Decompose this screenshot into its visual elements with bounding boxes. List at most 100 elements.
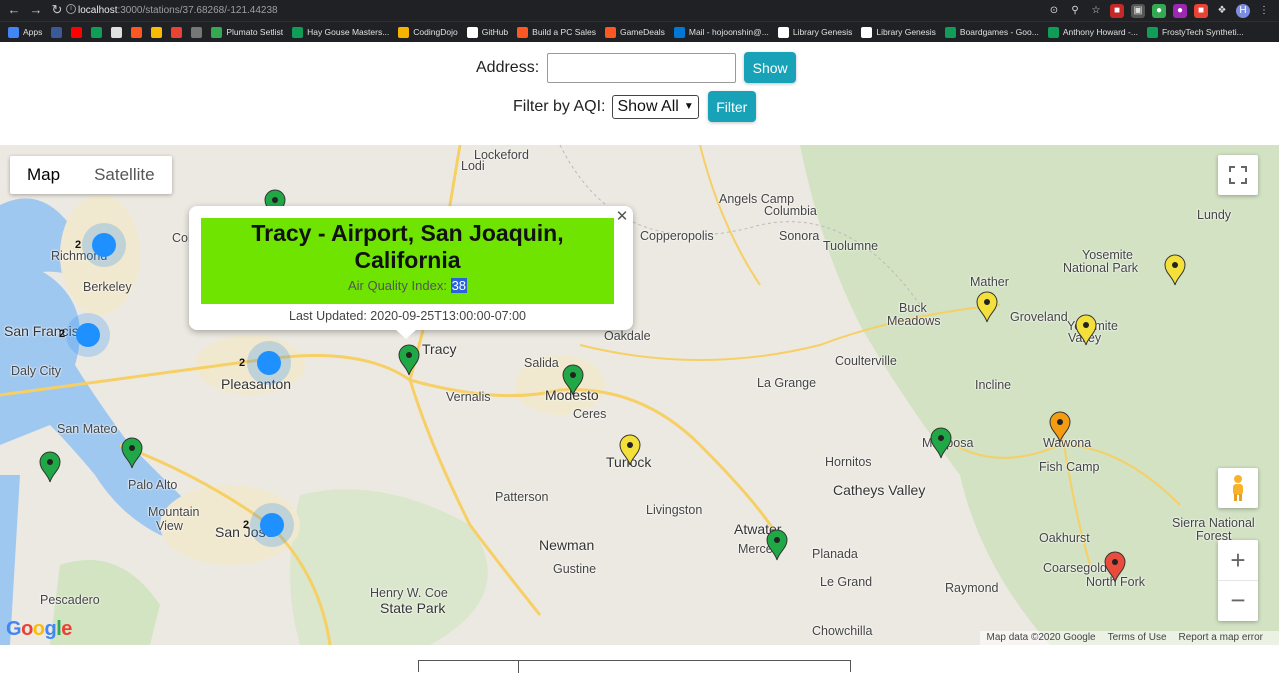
aqi-marker[interactable] [766, 529, 788, 561]
bookmark-label: GameDeals [619, 27, 665, 37]
bookmark-item[interactable] [191, 26, 203, 38]
bookmark-favicon-icon [91, 26, 103, 38]
bookmark-item[interactable]: Hay Gouse Masters... [292, 26, 389, 38]
filter-label: Filter by AQI: [513, 97, 606, 115]
map-canvas[interactable]: Lockeford Lodi Angels Camp Columbia Copperop… [0, 145, 1279, 645]
aqi-filter-select[interactable]: Show All ▼ [612, 94, 699, 119]
bookmark-item[interactable]: Mail - hojoonshin@... [673, 26, 769, 38]
chevron-down-icon: ▼ [683, 101, 694, 112]
bookmark-label: Build a PC Sales [532, 27, 596, 37]
address-bar[interactable]: localhost:3000/stations/37.68268/-121.44… [78, 3, 278, 18]
bookmark-favicon-icon [517, 26, 529, 38]
stations-table-header [418, 660, 851, 673]
bookmark-item[interactable] [151, 26, 163, 38]
bookmark-label: Library Genesis [876, 27, 936, 37]
info-window-tail [395, 329, 417, 339]
forward-icon[interactable]: → [28, 2, 44, 18]
map-type-map-button[interactable]: Map [10, 156, 77, 194]
address-form: Address: Show [476, 52, 797, 83]
aqi-line: Air Quality Index: 38 [201, 278, 614, 293]
google-logo: Google [6, 618, 72, 640]
extension-gray-icon[interactable]: ▣ [1131, 3, 1145, 18]
bookmark-item[interactable]: Plumato Setlist [211, 26, 284, 38]
filter-button[interactable]: Filter [707, 91, 756, 122]
reload-icon[interactable]: ↻ [49, 2, 65, 18]
bookmark-favicon-icon [398, 26, 410, 38]
aqi-marker[interactable] [930, 427, 952, 459]
bookmark-item[interactable] [71, 26, 83, 38]
bookmark-item[interactable]: CodingDojo [398, 26, 458, 38]
bookmark-item[interactable]: Library Genesis [861, 26, 936, 38]
aqi-marker[interactable] [1075, 314, 1097, 346]
fullscreen-icon [1229, 166, 1247, 184]
bookmark-item[interactable] [51, 26, 63, 38]
bookmark-item[interactable]: Library Genesis [777, 26, 853, 38]
bookmark-item[interactable] [111, 26, 123, 38]
bookmark-item[interactable] [91, 26, 103, 38]
station-info-window: ✕ Tracy - Airport, San Joaquin, Californ… [189, 206, 633, 339]
last-updated: Last Updated: 2020-09-25T13:00:00-07:00 [289, 309, 526, 323]
bookmark-label: FrostyTech Syntheti... [1161, 27, 1244, 37]
extension-purple-icon[interactable]: ● [1173, 3, 1187, 18]
bookmark-favicon-icon [466, 26, 478, 38]
close-icon[interactable]: ✕ [615, 207, 629, 225]
bookmark-label: Apps [23, 27, 43, 37]
bookmark-label: Mail - hojoonshin@... [688, 27, 769, 37]
bookmark-favicon-icon [1047, 26, 1059, 38]
avatar[interactable]: H [1236, 3, 1250, 18]
star-icon[interactable]: ☆ [1089, 4, 1103, 18]
terms-link[interactable]: Terms of Use [1108, 632, 1167, 645]
aqi-marker[interactable] [1049, 411, 1071, 443]
bookmark-item[interactable]: FrostyTech Syntheti... [1146, 26, 1244, 38]
menu-dots-icon[interactable]: ⋮ [1257, 4, 1271, 18]
back-icon[interactable]: ← [6, 2, 22, 18]
aqi-marker[interactable] [121, 437, 143, 469]
zoom-out-icon[interactable]: − [1218, 581, 1258, 621]
bookmark-label: CodingDojo [413, 27, 458, 37]
bookmark-label: Anthony Howard -... [1062, 27, 1138, 37]
report-error-link[interactable]: Report a map error [1179, 632, 1263, 645]
aqi-marker[interactable] [1164, 254, 1186, 286]
bookmark-item[interactable]: Build a PC Sales [517, 26, 596, 38]
extension-green-icon[interactable]: ● [1152, 3, 1166, 18]
bookmark-item[interactable]: Boardgames - Goo... [944, 26, 1039, 38]
address-label: Address: [476, 58, 540, 76]
bookmark-item[interactable]: GitHub [466, 26, 509, 38]
bookmark-favicon-icon [191, 26, 203, 38]
bookmark-favicon-icon [604, 26, 616, 38]
map-data-credit: Map data ©2020 Google [986, 632, 1096, 643]
aqi-marker[interactable] [1104, 551, 1126, 583]
map-type-satellite-button[interactable]: Satellite [77, 156, 171, 194]
fullscreen-button[interactable] [1218, 155, 1258, 195]
bookmark-item[interactable] [171, 26, 183, 38]
zoom-in-icon[interactable]: + [1218, 541, 1258, 581]
address-input[interactable] [547, 52, 737, 83]
show-button[interactable]: Show [744, 52, 797, 83]
bookmark-favicon-icon [292, 26, 304, 38]
bookmark-label: Library Genesis [792, 27, 853, 37]
bookmark-favicon-icon [171, 26, 183, 38]
bookmark-favicon-icon [211, 26, 223, 38]
bookmark-favicon-icon [131, 26, 143, 38]
extension-red-icon[interactable]: ■ [1110, 3, 1124, 18]
info-icon[interactable]: i [66, 4, 76, 14]
bookmark-label: GitHub [481, 27, 509, 37]
extension-orange-icon[interactable]: ■ [1194, 3, 1208, 18]
bookmark-item[interactable]: Anthony Howard -... [1047, 26, 1138, 38]
puzzle-icon[interactable]: ❖ [1215, 4, 1229, 18]
aqi-marker[interactable] [976, 291, 998, 323]
bookmark-favicon-icon [944, 26, 956, 38]
zoom-icon[interactable]: ⚲ [1068, 4, 1082, 18]
bookmark-item[interactable]: Apps [8, 26, 43, 38]
street-view-button[interactable] [1218, 468, 1258, 508]
filter-form: Filter by AQI: Show All ▼ Filter [513, 91, 756, 122]
aqi-marker[interactable] [39, 451, 61, 483]
bookmark-favicon-icon [673, 26, 685, 38]
bookmark-item[interactable] [131, 26, 143, 38]
location-icon[interactable]: ⊙ [1047, 4, 1061, 18]
aqi-marker[interactable] [398, 344, 420, 376]
aqi-marker[interactable] [562, 364, 584, 396]
bookmark-label: Plumato Setlist [226, 27, 284, 37]
bookmark-item[interactable]: GameDeals [604, 26, 665, 38]
aqi-marker[interactable] [619, 434, 641, 466]
